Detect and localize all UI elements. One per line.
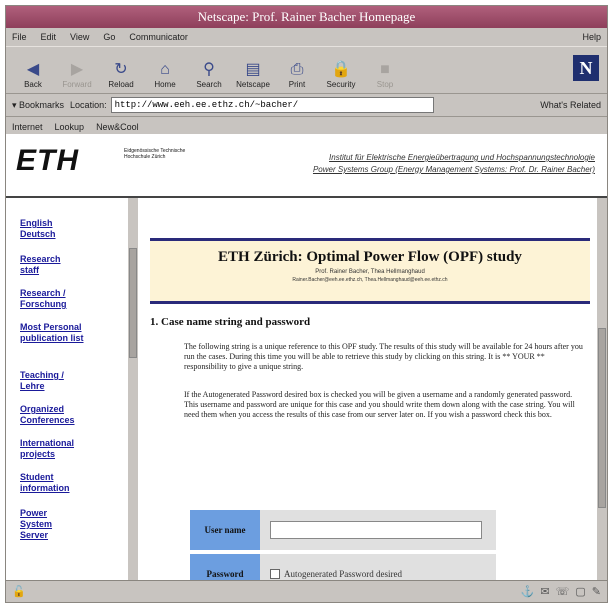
menu-bar: File Edit View Go Communicator Help <box>6 28 607 46</box>
reload-button[interactable]: ↻ Reload <box>100 60 142 93</box>
bookmark-icon: ▾ <box>12 99 20 110</box>
password-paragraph: If the Autogenerated Password desired bo… <box>184 390 575 419</box>
institute-info: Institut für Elektrische Energieübertrag… <box>313 152 595 176</box>
newsgroups-component-icon[interactable]: ☏ <box>556 585 570 598</box>
password-row: Password Autogenerated Password desired <box>190 554 496 580</box>
personal-item-newcool[interactable]: New&Cool <box>96 122 139 132</box>
nav-student-information[interactable]: Student information <box>20 472 90 494</box>
navigation-toolbar: ◀ Back ▶ Forward ↻ Reload ⌂ Home ⚲ Search ▤ Ne… <box>6 46 607 94</box>
intro-paragraph: The following string is a unique referen… <box>184 342 583 371</box>
forward-arrow-icon: ▶ <box>70 61 84 78</box>
nav-language[interactable]: English Deutsch <box>20 218 60 240</box>
eth-logo-subtitle: Eidgenössische Technische Hochschule Zür… <box>124 148 186 160</box>
left-frame-scrollbar[interactable] <box>128 198 138 580</box>
stop-button[interactable]: ■ Stop <box>364 60 406 93</box>
home-button[interactable]: ⌂ Home <box>144 60 186 93</box>
autogen-password-checkbox[interactable] <box>270 569 280 579</box>
security-lock-icon: 🔒 <box>331 61 351 78</box>
password-cell: Autogenerated Password desired <box>260 554 496 580</box>
search-button[interactable]: ⚲ Search <box>188 60 230 93</box>
composer-component-icon[interactable]: ✎ <box>592 585 601 598</box>
url-input[interactable]: http://www.eeh.ee.ethz.ch/~bacher/ <box>110 97 434 113</box>
page-content: ETH Eidgenössische Technische Hochschule… <box>6 134 607 580</box>
search-icon: ⚲ <box>203 61 215 78</box>
menu-go[interactable]: Go <box>103 32 115 42</box>
menu-file[interactable]: File <box>12 32 27 42</box>
window-title: Netscape: Prof. Rainer Bacher Homepage <box>6 6 607 28</box>
nav-research[interactable]: Research / Forschung <box>20 288 80 310</box>
password-label: Password <box>190 554 260 580</box>
nav-conferences[interactable]: Organized Conferences <box>20 404 80 426</box>
personal-item-lookup[interactable]: Lookup <box>55 122 85 132</box>
netscape-logo-icon[interactable]: N <box>573 55 599 81</box>
menu-help[interactable]: Help <box>582 32 601 42</box>
back-arrow-icon: ◀ <box>26 61 40 78</box>
component-bar: ⚓ ✉ ☏ ▢ ✎ <box>515 585 601 598</box>
study-emails[interactable]: Rainer.Bacher@eeh.ee.ethz.ch, Thea.Hellm… <box>150 277 590 283</box>
stop-icon: ■ <box>380 61 390 78</box>
institute-link[interactable]: Institut für Elektrische Energieübertrag… <box>313 152 595 164</box>
study-title: ETH Zürich: Optimal Power Flow (OPF) stu… <box>218 249 522 265</box>
security-button[interactable]: 🔒 Security <box>320 60 362 93</box>
menu-view[interactable]: View <box>70 32 89 42</box>
left-scrollbar-thumb[interactable] <box>129 248 137 358</box>
group-link[interactable]: Power Systems Group (Energy Management S… <box>313 164 595 176</box>
nav-international-projects[interactable]: International projects <box>20 438 90 460</box>
case-form: User name Password Autogenerated Passwor… <box>190 510 496 580</box>
username-row: User name <box>190 510 496 550</box>
username-label: User name <box>190 510 260 550</box>
print-icon: ⎙ <box>290 61 304 78</box>
main-frame-scrollbar[interactable] <box>597 198 607 580</box>
browser-window: Netscape: Prof. Rainer Bacher Homepage F… <box>5 5 608 603</box>
main-frame: ETH Zürich: Optimal Power Flow (OPF) stu… <box>138 198 597 580</box>
section-heading: 1. Case name string and password <box>150 316 311 328</box>
autogen-password-label: Autogenerated Password desired <box>284 569 402 579</box>
navigator-component-icon[interactable]: ⚓ <box>521 585 535 598</box>
username-input[interactable] <box>270 521 482 539</box>
nav-research-staff[interactable]: Research staff <box>20 254 61 276</box>
page-header: ETH Eidgenössische Technische Hochschule… <box>6 134 607 198</box>
location-label: Location: <box>70 100 107 110</box>
menu-edit[interactable]: Edit <box>41 32 57 42</box>
main-scrollbar-thumb[interactable] <box>598 328 606 508</box>
mail-component-icon[interactable]: ✉ <box>540 585 549 598</box>
study-authors: Prof. Rainer Bacher, Thea Hellmanghaud <box>315 269 425 275</box>
security-status-icon[interactable]: 🔓 <box>12 585 26 598</box>
reload-icon: ↻ <box>114 61 128 78</box>
username-cell <box>260 510 496 550</box>
left-navigation: English Deutsch Research staff Research … <box>6 198 126 580</box>
home-icon: ⌂ <box>160 61 170 78</box>
nav-publications[interactable]: Most Personal publication list <box>20 322 100 344</box>
nav-power-system-server[interactable]: Power System Server <box>20 508 70 541</box>
menu-communicator[interactable]: Communicator <box>129 32 188 42</box>
whats-related-button[interactable]: What's Related <box>540 100 601 110</box>
netscape-guide-icon: ▤ <box>245 61 261 78</box>
status-bar: 🔓 ⚓ ✉ ☏ ▢ ✎ <box>6 580 607 602</box>
eth-logo[interactable]: ETH <box>16 144 79 178</box>
back-button[interactable]: ◀ Back <box>12 60 54 93</box>
print-button[interactable]: ⎙ Print <box>276 60 318 93</box>
location-bar: ▾ Bookmarks Location: http://www.eeh.ee.… <box>6 94 607 117</box>
bookmarks-button[interactable]: ▾ Bookmarks <box>12 100 64 111</box>
forward-button[interactable]: ▶ Forward <box>56 60 98 93</box>
nav-teaching[interactable]: Teaching / Lehre <box>20 370 80 392</box>
address-book-component-icon[interactable]: ▢ <box>575 585 585 598</box>
personal-item-internet[interactable]: Internet <box>12 122 43 132</box>
study-header-box: ETH Zürich: Optimal Power Flow (OPF) stu… <box>150 238 590 304</box>
netscape-guide-button[interactable]: ▤ Netscape <box>232 60 274 93</box>
